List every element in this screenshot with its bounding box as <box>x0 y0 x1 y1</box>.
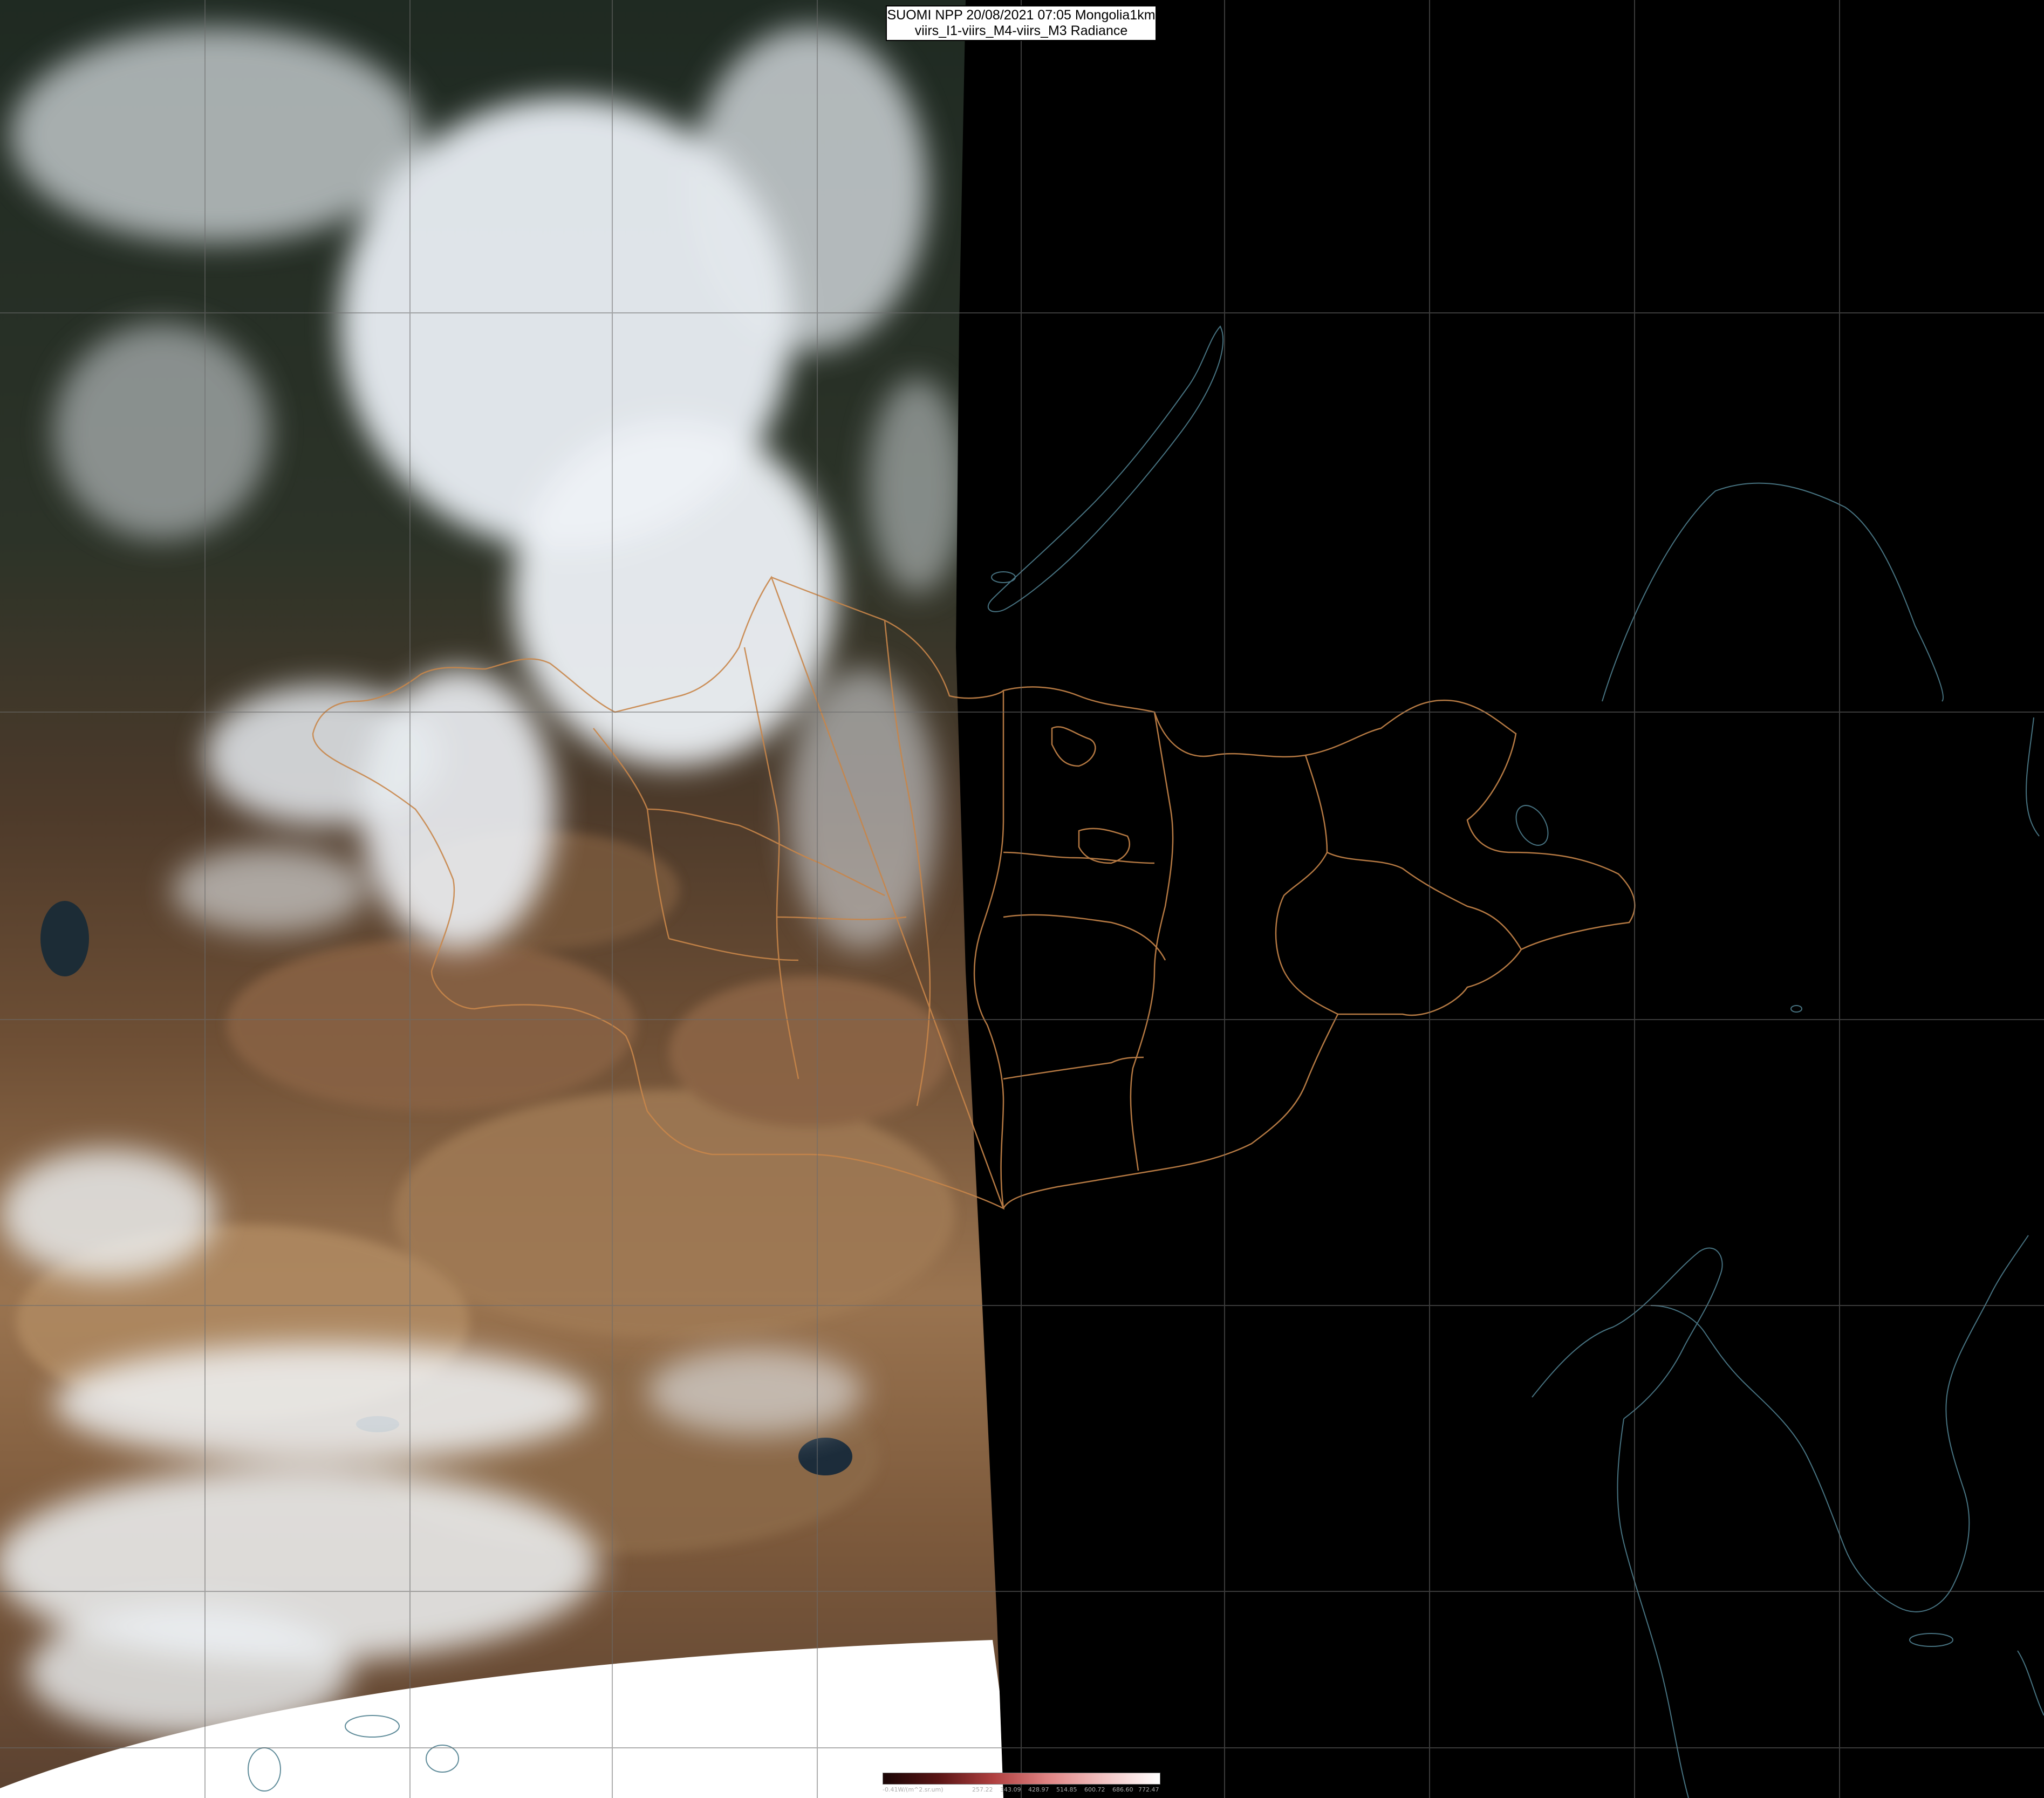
daylight-swath <box>0 0 1003 1798</box>
satellite-image <box>0 0 2044 1798</box>
colorbar-labels: -0.41W/(m^2.sr.um) 257.22 343.09 428.97 … <box>883 1786 1160 1795</box>
colorbar-tick-7: 772.47 <box>1138 1786 1159 1793</box>
colorbar-unit-label: -0.41W/(m^2.sr.um) <box>883 1786 944 1793</box>
image-title: SUOMI NPP 20/08/2021 07:05 Mongolia1km v… <box>886 5 1157 41</box>
title-line-1: SUOMI NPP 20/08/2021 07:05 Mongolia1km <box>887 8 1156 23</box>
title-line-2: viirs_I1-viirs_M4-viirs_M3 Radiance <box>914 23 1128 38</box>
colorbar-tick-1: 257.22 <box>972 1786 993 1793</box>
colorbar: -0.41W/(m^2.sr.um) 257.22 343.09 428.97 … <box>883 1772 1160 1796</box>
colorbar-tick-3: 428.97 <box>1028 1786 1049 1793</box>
colorbar-tick-2: 343.09 <box>1000 1786 1021 1793</box>
colorbar-tick-4: 514.85 <box>1056 1786 1077 1793</box>
colorbar-tick-5: 600.72 <box>1084 1786 1105 1793</box>
colorbar-ramp <box>883 1773 1160 1785</box>
colorbar-tick-6: 686.60 <box>1112 1786 1133 1793</box>
